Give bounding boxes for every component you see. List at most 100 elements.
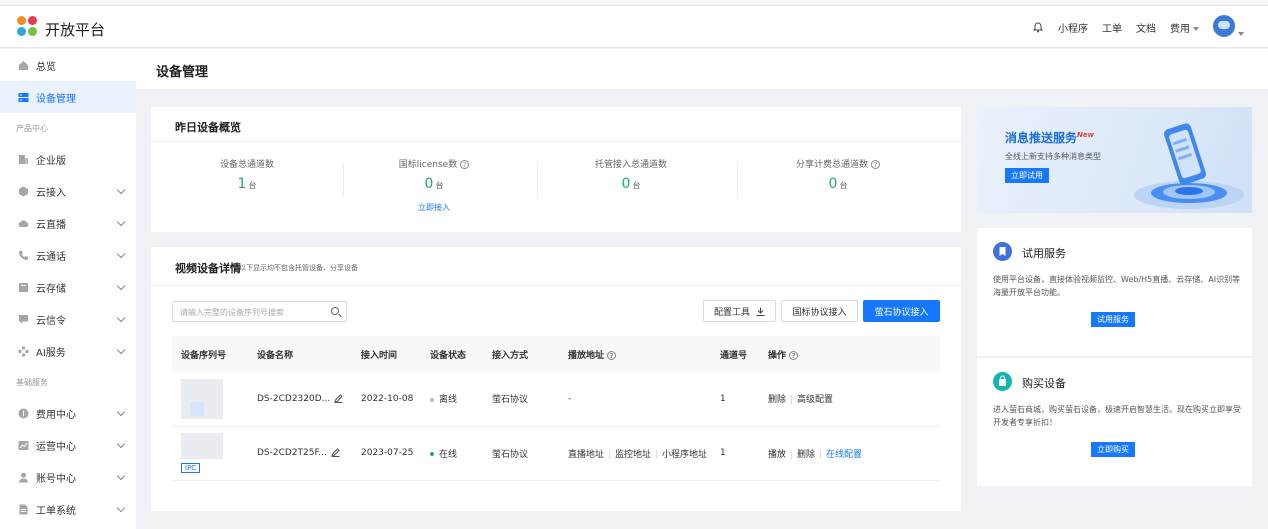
stat-unit: 台 — [632, 181, 641, 190]
monitor-address-link[interactable]: 监控地址 — [615, 450, 651, 460]
chevron-down-icon — [116, 217, 126, 227]
sidebar-item-cloud-access[interactable]: 云接入 — [0, 175, 136, 207]
channel-number: 1 — [711, 372, 759, 427]
edit-icon[interactable] — [331, 448, 340, 457]
sidebar-item-label: 费用中心 — [36, 409, 76, 421]
advanced-config-link[interactable]: 高级配置 — [797, 395, 833, 405]
table-row: DS-2CD2320D... 2022-10-08 离线 萤石协议 - 1 删除… — [172, 372, 940, 427]
config-tool-button[interactable]: 配置工具 — [703, 300, 776, 322]
chevron-down-icon — [116, 345, 126, 355]
play-address: - — [559, 372, 711, 427]
divider — [609, 449, 611, 459]
device-type-badge: IPC — [181, 463, 201, 473]
sidebar-item-billing-center[interactable]: 费用中心 — [0, 397, 136, 429]
device-name-cell: DS-2CD2320D... — [248, 372, 352, 427]
miniprogram-address-link[interactable]: 小程序地址 — [662, 450, 707, 460]
sidebar-item-label: 运营中心 — [36, 441, 76, 453]
cloud-icon — [18, 219, 29, 227]
divider — [791, 395, 793, 405]
question-icon[interactable]: ? — [789, 350, 799, 360]
stat-label: 设备总通道数 — [219, 160, 274, 170]
device-thumbnail — [181, 378, 223, 419]
stat-number: 0 — [621, 176, 631, 192]
nav-billing[interactable]: 费用 — [1170, 20, 1199, 35]
online-config-link[interactable]: 在线配置 — [826, 450, 862, 460]
nav-docs[interactable]: 文档 — [1136, 20, 1156, 35]
sidebar-item-ai-service[interactable]: AI服务 — [0, 335, 136, 367]
column-header: 通道号 — [711, 336, 759, 372]
cube-icon — [19, 186, 28, 196]
device-serial-cell: IPC — [172, 426, 248, 481]
sidebar-item-operations-center[interactable]: 运营中心 — [0, 429, 136, 461]
edit-icon[interactable] — [334, 394, 343, 403]
sidebar-item-cloud-storage[interactable]: 云存储 — [0, 271, 136, 303]
banner-desc: 全线上新支持多种消息类型 — [1005, 152, 1101, 161]
ys-access-button[interactable]: 萤石协议接入 — [863, 300, 940, 322]
device-status: 在线 — [439, 449, 458, 460]
play-link[interactable]: 播放 — [768, 450, 786, 460]
sidebar-item-label: 账号中心 — [36, 473, 76, 485]
try-now-button[interactable]: 立即试用 — [1005, 168, 1049, 183]
trial-service-button[interactable]: 试用服务 — [1091, 312, 1135, 327]
sidebar-item-label: 云通话 — [36, 251, 66, 263]
building-icon — [19, 154, 28, 164]
brand-logo-icon[interactable] — [17, 16, 39, 38]
column-header: 设备状态 — [421, 336, 483, 372]
sidebar-item-ticket-system[interactable]: 工单系统 — [0, 493, 136, 525]
device-thumbnail — [181, 433, 223, 459]
divider — [151, 285, 961, 286]
trial-service-title: 试用服务 — [1022, 247, 1066, 260]
avatar — [1213, 14, 1235, 37]
nav-miniprogram[interactable]: 小程序 — [1058, 20, 1088, 35]
storage-icon — [19, 282, 28, 292]
search-placeholder: 请输入完整的设备序列号搜索 — [180, 308, 284, 317]
sidebar-item-account-center[interactable]: 账号中心 — [0, 461, 136, 493]
question-icon[interactable]: ? — [607, 350, 617, 360]
sidebar-item-label: 云存储 — [36, 283, 66, 295]
chevron-down-icon — [116, 471, 126, 481]
table-header-row: 设备序列号 设备名称 接入时间 设备状态 接入方式 播放地址? 通道号 操作? — [172, 336, 940, 372]
stat-unit: 台 — [839, 181, 848, 190]
search-icon[interactable] — [331, 307, 339, 315]
access-time: 2022-10-08 — [352, 372, 421, 427]
push-service-banner[interactable]: 消息推送服务New 全线上新支持多种消息类型 立即试用 — [977, 107, 1252, 213]
delete-link[interactable]: 删除 — [768, 395, 786, 405]
user-icon — [19, 472, 28, 482]
sidebar-item-overview[interactable]: 总览 — [0, 49, 136, 81]
access-now-link[interactable]: 立即接入 — [334, 202, 534, 213]
device-thumbnail-mark — [190, 401, 204, 416]
divider — [820, 449, 822, 459]
sidebar-item-cloud-live[interactable]: 云直播 — [0, 207, 136, 239]
sidebar-item-device-management[interactable]: 设备管理 — [0, 81, 136, 113]
sidebar-item-enterprise[interactable]: 企业版 — [0, 143, 136, 175]
brand-name[interactable]: 开放平台 — [45, 19, 105, 40]
device-name-cell: DS-2CD2T25F... — [248, 426, 352, 481]
nav-ticket[interactable]: 工单 — [1102, 20, 1122, 35]
bookmark-icon — [993, 242, 1012, 261]
question-icon[interactable]: ? — [871, 160, 880, 169]
sidebar-section-product: 产品中心 — [16, 123, 48, 133]
trial-service-card: 试用服务 使用平台设备，直接体验视频监控、Web/H5直播、云存储、AI识别等海… — [977, 228, 1252, 356]
page-title: 设备管理 — [156, 65, 209, 80]
chevron-down-icon — [116, 249, 126, 259]
gb-access-button[interactable]: 国标协议接入 — [781, 300, 858, 322]
overview-title: 昨日设备概览 — [175, 121, 241, 134]
status-dot — [430, 452, 434, 456]
stat-value: 0台 — [738, 176, 938, 192]
question-icon[interactable]: ? — [460, 160, 470, 169]
live-address-link[interactable]: 直播地址 — [568, 450, 604, 460]
stat-value: 0台 — [334, 176, 534, 192]
chart-icon — [18, 440, 29, 450]
sidebar-item-cloud-signal[interactable]: 云信令 — [0, 303, 136, 335]
top-header: 开放平台 小程序 工单 文档 费用 — [0, 6, 1268, 48]
sidebar-item-cloud-call[interactable]: 云通话 — [0, 239, 136, 271]
banner-title-text: 消息推送服务 — [1005, 131, 1078, 145]
buy-now-button[interactable]: 立即购买 — [1091, 442, 1135, 457]
bell-icon[interactable] — [1032, 21, 1044, 33]
user-menu[interactable] — [1213, 14, 1244, 40]
stat-label-text: 国标license数 — [398, 160, 458, 170]
device-name: DS-2CD2320D... — [257, 393, 331, 404]
status-dot — [430, 397, 434, 402]
delete-link[interactable]: 删除 — [797, 450, 815, 460]
search-input[interactable]: 请输入完整的设备序列号搜索 — [172, 301, 347, 322]
